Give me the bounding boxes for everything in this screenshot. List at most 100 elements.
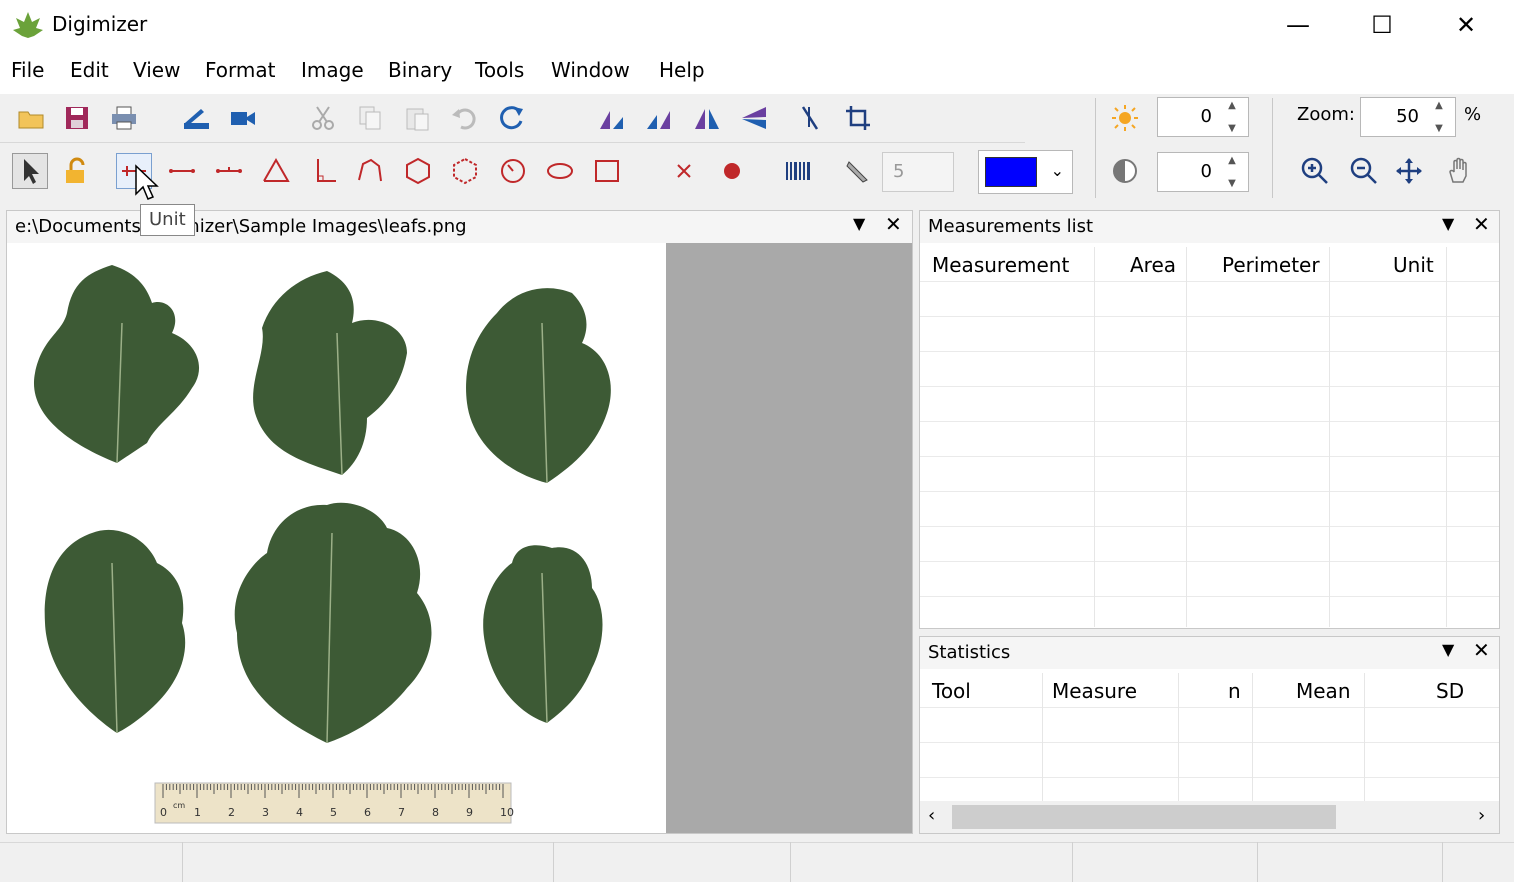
ellipse-tool-icon[interactable]: [542, 153, 578, 189]
rotate-left-icon[interactable]: [594, 100, 630, 136]
scroll-left-icon[interactable]: ‹: [928, 805, 935, 826]
panel-close-icon[interactable]: ✕: [1473, 638, 1490, 662]
calibrate-icon[interactable]: [792, 100, 828, 136]
leaf-4: [44, 529, 186, 733]
panel-menu-icon[interactable]: ▼: [1442, 640, 1454, 659]
spin-down-icon[interactable]: ▼: [1228, 178, 1236, 189]
spin-up-icon[interactable]: ▲: [1228, 100, 1236, 111]
horizontal-scrollbar[interactable]: ‹ ›: [920, 801, 1499, 833]
leaf-image[interactable]: 0 1 2 3 4 5 6 7 8 9 10 cm: [7, 243, 666, 833]
menu-edit[interactable]: Edit: [70, 58, 109, 82]
zoom-unit: %: [1464, 104, 1482, 125]
column-header-measure[interactable]: Measure: [1052, 679, 1137, 703]
spin-up-icon[interactable]: ▲: [1435, 100, 1443, 111]
zoom-out-icon[interactable]: [1346, 153, 1382, 189]
angle-tool-icon[interactable]: [258, 153, 294, 189]
copy-icon[interactable]: [352, 100, 388, 136]
zoom-spin-arrows[interactable]: ▲ ▼: [1427, 100, 1451, 134]
leaf-1: [33, 265, 200, 463]
pencil-icon[interactable]: [840, 153, 876, 189]
ruler-label: 7: [398, 806, 405, 819]
rectangle-tool-icon[interactable]: [589, 153, 625, 189]
menu-image[interactable]: Image: [301, 58, 364, 82]
scroll-right-icon[interactable]: ›: [1478, 805, 1485, 826]
paste-icon[interactable]: [399, 100, 435, 136]
panel-menu-icon[interactable]: ▼: [853, 214, 865, 233]
scanner-icon[interactable]: [178, 100, 214, 136]
circle-tool-icon[interactable]: [495, 153, 531, 189]
panel-close-icon[interactable]: ✕: [1473, 212, 1490, 236]
right-angle-tool-icon[interactable]: [305, 153, 341, 189]
save-icon[interactable]: [59, 100, 95, 136]
menu-tools[interactable]: Tools: [475, 58, 524, 82]
column-header-n[interactable]: n: [1228, 679, 1241, 703]
color-dropdown[interactable]: ⌄: [978, 150, 1073, 194]
pen-width-field[interactable]: 5: [882, 152, 954, 192]
contrast-spin-arrows[interactable]: ▲ ▼: [1220, 155, 1244, 189]
column-header-perimeter[interactable]: Perimeter: [1222, 253, 1320, 277]
close-button[interactable]: ✕: [1424, 0, 1508, 50]
column-header-mean[interactable]: Mean: [1296, 679, 1351, 703]
crop-icon[interactable]: [840, 100, 876, 136]
zoom-value: 50: [1396, 106, 1419, 127]
redo-icon[interactable]: [494, 100, 530, 136]
open-folder-icon[interactable]: [13, 100, 49, 136]
column-header-unit[interactable]: Unit: [1393, 253, 1434, 277]
column-header-area[interactable]: Area: [1130, 253, 1176, 277]
marker-x-icon[interactable]: [666, 153, 702, 189]
flip-vertical-icon[interactable]: [736, 100, 772, 136]
scrollbar-thumb[interactable]: [952, 805, 1336, 829]
marker-dot-icon[interactable]: [714, 153, 750, 189]
brightness-icon: [1107, 100, 1143, 136]
zoom-label: Zoom:: [1297, 104, 1355, 125]
color-swatch: [985, 157, 1037, 187]
column-header-tool[interactable]: Tool: [932, 679, 971, 703]
print-icon[interactable]: [106, 100, 142, 136]
statistics-grid: Tool Measure n Mean SD: [920, 673, 1499, 801]
menu-binary[interactable]: Binary: [388, 58, 452, 82]
chevron-down-icon: ⌄: [1050, 161, 1064, 180]
polyline-tool-icon[interactable]: [352, 153, 388, 189]
maximize-icon: ☐: [1371, 11, 1393, 39]
zoom-spinbox[interactable]: 50 ▲ ▼: [1360, 97, 1456, 137]
zoom-in-icon[interactable]: [1297, 153, 1333, 189]
multiline-tool-icon[interactable]: [211, 153, 247, 189]
cut-icon[interactable]: [305, 100, 341, 136]
brightness-spin-arrows[interactable]: ▲ ▼: [1220, 100, 1244, 134]
lock-icon[interactable]: [58, 153, 94, 189]
panel-menu-icon[interactable]: ▼: [1442, 214, 1454, 233]
menu-format[interactable]: Format: [205, 58, 275, 82]
line-tool-icon[interactable]: [164, 153, 200, 189]
spin-up-icon[interactable]: ▲: [1228, 155, 1236, 166]
barcode-icon[interactable]: [780, 153, 816, 189]
status-segment: [1073, 842, 1258, 882]
video-camera-icon[interactable]: [225, 100, 261, 136]
maximize-button[interactable]: ☐: [1340, 0, 1424, 50]
ruler-label: 6: [364, 806, 371, 819]
statistics-title: Statistics: [920, 637, 1499, 669]
polygon-dotted-tool-icon[interactable]: [447, 153, 483, 189]
spin-down-icon[interactable]: ▼: [1435, 123, 1443, 134]
brightness-value: 0: [1200, 106, 1212, 127]
menu-window[interactable]: Window: [551, 58, 630, 82]
brightness-spinbox[interactable]: 0 ▲ ▼: [1157, 97, 1249, 137]
statistics-panel: Statistics ▼ ✕ Tool Measure n Mean SD ‹ …: [919, 636, 1500, 834]
spin-down-icon[interactable]: ▼: [1228, 123, 1236, 134]
column-header-sd[interactable]: SD: [1436, 679, 1464, 703]
pan-move-icon[interactable]: [1391, 153, 1427, 189]
column-header-measurement[interactable]: Measurement: [932, 253, 1069, 277]
undo-icon[interactable]: [446, 100, 482, 136]
polygon-tool-icon[interactable]: [400, 153, 436, 189]
measurements-title: Measurements list: [920, 211, 1499, 243]
flip-horizontal-icon[interactable]: [689, 100, 725, 136]
pointer-icon[interactable]: [12, 153, 48, 189]
menu-file[interactable]: File: [11, 58, 44, 82]
menu-view[interactable]: View: [133, 58, 180, 82]
menu-help[interactable]: Help: [659, 58, 705, 82]
hand-icon[interactable]: [1442, 153, 1478, 189]
minimize-button[interactable]: —: [1256, 0, 1340, 50]
rotate-right-icon[interactable]: [641, 100, 677, 136]
contrast-spinbox[interactable]: 0 ▲ ▼: [1157, 152, 1249, 192]
contrast-value: 0: [1200, 161, 1212, 182]
panel-close-icon[interactable]: ✕: [885, 212, 902, 236]
